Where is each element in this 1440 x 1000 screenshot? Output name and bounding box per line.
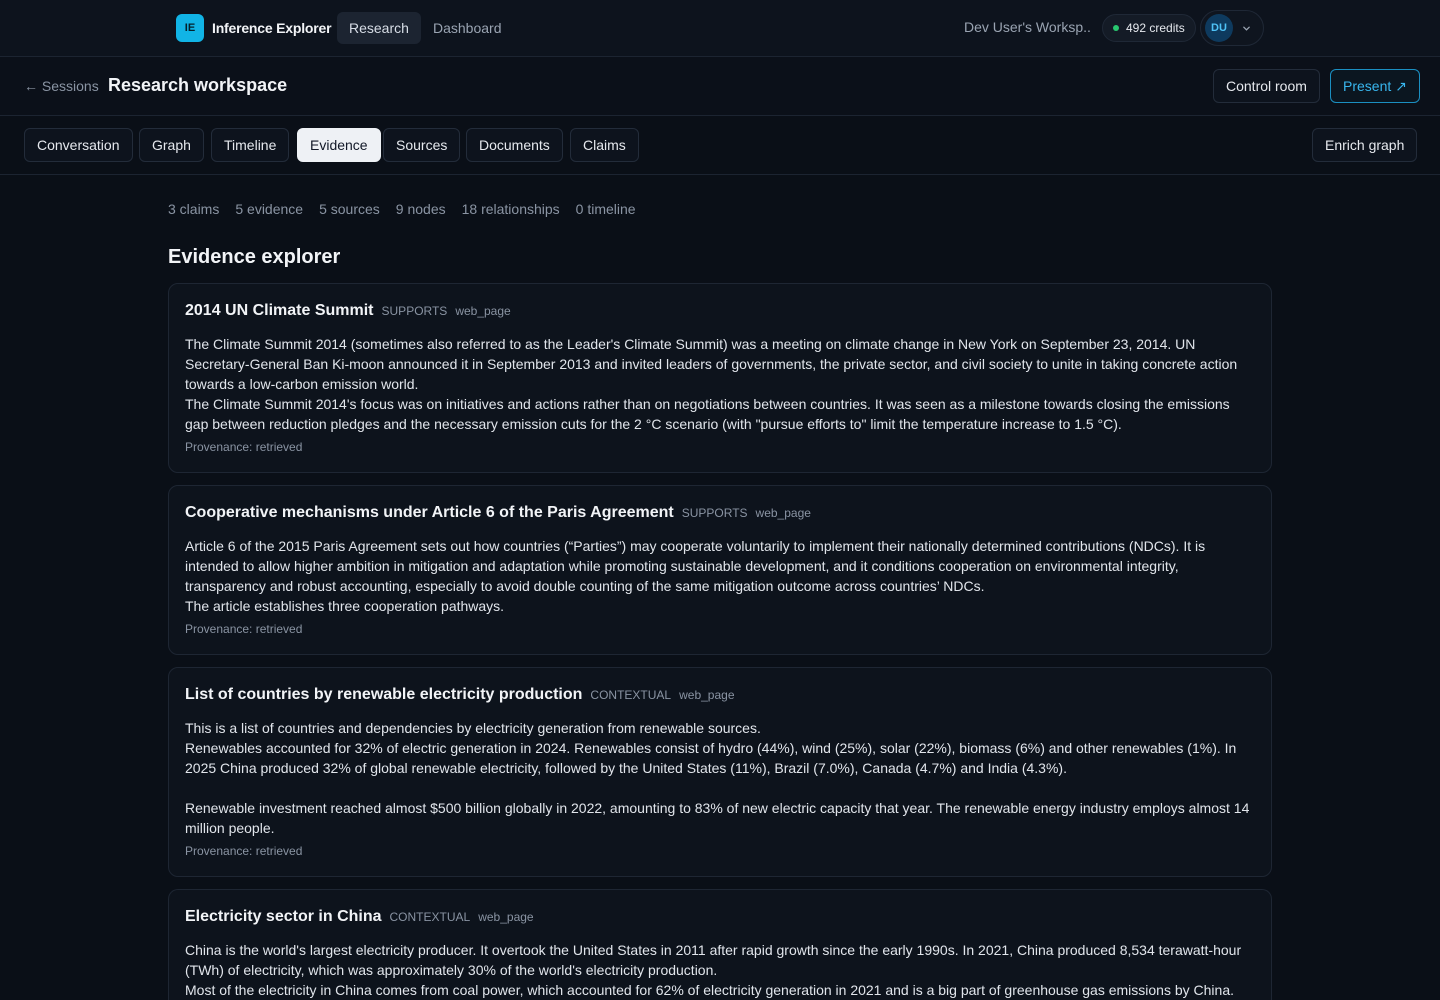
evidence-provenance: Provenance: retrieved <box>185 440 303 454</box>
evidence-excerpt: The Climate Summit 2014 (sometimes also … <box>185 336 1238 432</box>
page-title: Research workspace <box>108 75 288 95</box>
evidence-title: Electricity sector in China <box>185 908 382 925</box>
control-room-button[interactable]: Control room <box>1213 69 1320 103</box>
tab-conversation[interactable]: Conversation <box>24 128 133 162</box>
stance-badge: SUPPORTS <box>381 304 448 318</box>
workspace-stats: 3 claims 5 evidence 5 sources 9 nodes 18… <box>168 201 652 217</box>
credits-label: 492 credits <box>1126 21 1185 35</box>
stat-claims: 3 claims <box>168 201 220 217</box>
enrich-graph-button[interactable]: Enrich graph <box>1312 128 1418 162</box>
stat-evidence: 5 evidence <box>235 201 304 217</box>
stat-nodes: 9 nodes <box>395 201 446 217</box>
stance-badge: CONTEXTUAL <box>590 688 672 702</box>
nav-research-link[interactable]: Research <box>337 12 421 44</box>
nav-dashboard-link[interactable]: Dashboard <box>421 12 514 44</box>
stat-sources: 5 sources <box>319 201 380 217</box>
evidence-excerpt: This is a list of countries and dependen… <box>185 720 1250 836</box>
evidence-card[interactable]: Cooperative mechanisms under Article 6 o… <box>168 485 1272 655</box>
chevron-down-icon <box>1243 26 1250 31</box>
stance-badge: CONTEXTUAL <box>389 910 471 924</box>
section-title: Evidence explorer <box>168 246 341 268</box>
tab-sources[interactable]: Sources <box>383 128 461 162</box>
evidence-title: Cooperative mechanisms under Article 6 o… <box>185 504 674 521</box>
user-menu-button[interactable]: DU <box>1200 10 1264 46</box>
credits-badge: 492 credits <box>1102 14 1196 42</box>
stat-relationships: 18 relationships <box>461 201 560 217</box>
evidence-card[interactable]: List of countries by renewable electrici… <box>168 667 1272 877</box>
tab-timeline[interactable]: Timeline <box>211 128 290 162</box>
tab-claims[interactable]: Claims <box>570 128 639 162</box>
stat-timeline: 0 timeline <box>575 201 636 217</box>
present-button[interactable]: Present ↗ <box>1330 69 1420 103</box>
evidence-provenance: Provenance: retrieved <box>185 622 303 636</box>
evidence-card[interactable]: 2014 UN Climate Summit SUPPORTS web_page… <box>168 283 1272 473</box>
source-type-badge: web_page <box>679 688 735 702</box>
evidence-title: 2014 UN Climate Summit <box>185 302 374 319</box>
top-navigation: IE Inference Explorer Research Dashboard… <box>0 0 1440 57</box>
evidence-excerpt: China is the world's largest electricity… <box>185 942 1242 998</box>
evidence-title: List of countries by renewable electrici… <box>185 686 583 703</box>
source-type-badge: web_page <box>478 910 534 924</box>
brand-name: Inference Explorer <box>212 20 332 36</box>
back-to-sessions-link[interactable]: ← Sessions <box>24 78 99 94</box>
avatar: DU <box>1205 14 1233 42</box>
tab-evidence[interactable]: Evidence <box>297 128 381 162</box>
tab-bar: Conversation Graph Timeline Evidence Sou… <box>0 116 1440 175</box>
brand-logo-icon: IE <box>176 14 204 42</box>
status-dot-icon <box>1113 25 1119 31</box>
evidence-provenance: Provenance: retrieved <box>185 844 303 858</box>
stance-badge: SUPPORTS <box>681 506 748 520</box>
source-type-badge: web_page <box>455 304 511 318</box>
source-type-badge: web_page <box>755 506 811 520</box>
brand[interactable]: IE Inference Explorer <box>176 14 332 42</box>
workspace-header: ← Sessions Research workspace Control ro… <box>0 57 1440 116</box>
tab-graph[interactable]: Graph <box>139 128 204 162</box>
evidence-excerpt: Article 6 of the 2015 Paris Agreement se… <box>185 538 1206 614</box>
workspace-switcher[interactable]: Dev User's Worksp... <box>964 19 1092 35</box>
tab-documents[interactable]: Documents <box>466 128 563 162</box>
evidence-card[interactable]: Electricity sector in China CONTEXTUAL w… <box>168 889 1272 1000</box>
